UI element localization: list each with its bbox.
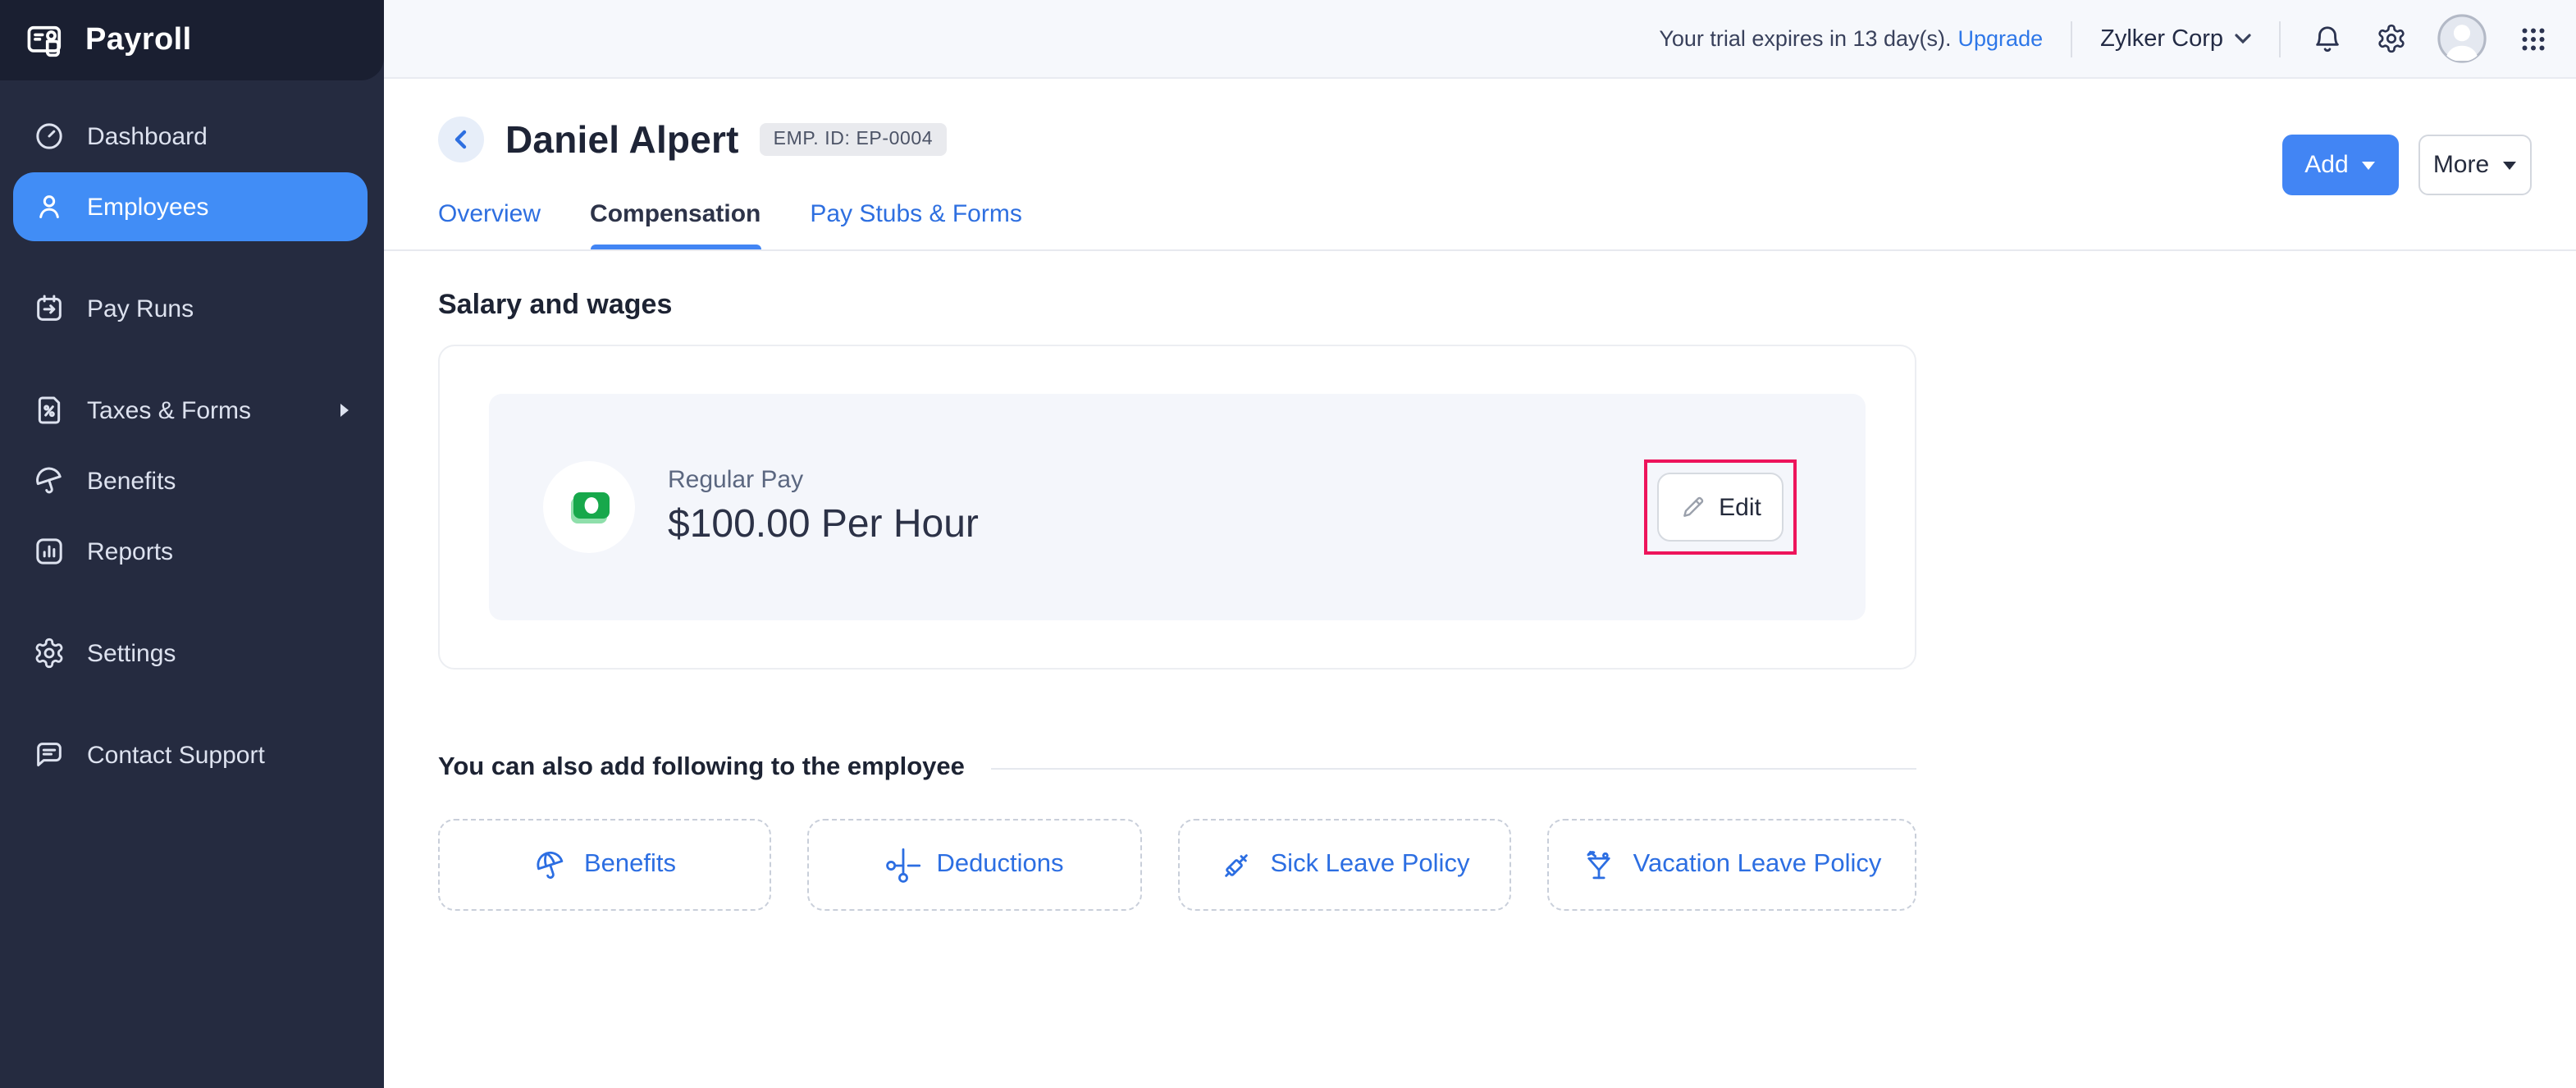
sidebar-item-reports[interactable]: Reports xyxy=(13,517,368,586)
org-selector[interactable]: Zylker Corp xyxy=(2100,25,2251,52)
sidebar-item-label: Taxes & Forms xyxy=(87,396,252,424)
money-icon xyxy=(571,492,610,523)
add-option-cards: Benefits Deductions Sick Leave Policy Va… xyxy=(438,819,2522,911)
payroll-logo-icon xyxy=(25,19,67,62)
sidebar: Payroll Dashboard Employees Pay Runs Tax… xyxy=(0,0,384,1088)
sidebar-item-label: Benefits xyxy=(87,467,176,495)
sidebar-item-benefits[interactable]: Benefits xyxy=(13,446,368,515)
sidebar-item-label: Reports xyxy=(87,537,174,565)
pay-rate-value: $100.00 Per Hour xyxy=(668,502,979,546)
sidebar-item-employees[interactable]: Employees xyxy=(13,172,368,241)
payroll-app: Payroll Dashboard Employees Pay Runs Tax… xyxy=(0,0,2576,1088)
taxes-forms-icon xyxy=(33,394,66,427)
pay-runs-icon xyxy=(33,292,66,325)
user-avatar[interactable] xyxy=(2437,13,2487,64)
contact-support-icon xyxy=(33,738,66,771)
employee-id-badge: EMP. ID: EP-0004 xyxy=(760,123,947,156)
add-card-label: Benefits xyxy=(583,850,676,878)
add-button-label: Add xyxy=(2304,151,2349,179)
add-sick-leave-card[interactable]: Sick Leave Policy xyxy=(1178,819,1511,911)
sidebar-item-label: Employees xyxy=(87,193,209,221)
notifications-button[interactable] xyxy=(2309,21,2345,57)
sidebar-item-taxes-forms[interactable]: Taxes & Forms xyxy=(13,376,368,445)
add-card-label: Deductions xyxy=(936,850,1064,878)
compensation-content: Salary and wages Regular Pay $100.00 Per… xyxy=(384,251,2576,911)
employees-icon xyxy=(33,190,66,223)
sidebar-item-settings[interactable]: Settings xyxy=(13,619,368,688)
sidebar-item-label: Settings xyxy=(87,639,176,667)
reports-icon xyxy=(33,535,66,568)
edit-button[interactable]: Edit xyxy=(1657,473,1784,542)
umbrella-icon xyxy=(533,848,568,882)
add-deductions-card[interactable]: Deductions xyxy=(807,819,1142,911)
sidebar-item-label: Contact Support xyxy=(87,741,265,769)
settings-button[interactable] xyxy=(2373,21,2409,57)
pencil-icon xyxy=(1683,496,1703,517)
tab-overview[interactable]: Overview xyxy=(438,200,541,249)
app-logo: Payroll xyxy=(0,0,384,80)
caret-down-icon xyxy=(2503,161,2517,169)
sidebar-item-contact-support[interactable]: Contact Support xyxy=(13,720,368,789)
more-button-label: More xyxy=(2432,151,2490,179)
gear-icon xyxy=(2377,24,2404,53)
section-divider-line xyxy=(990,767,1916,769)
scissors-icon xyxy=(885,848,920,882)
sidebar-nav: Dashboard Employees Pay Runs Taxes & For… xyxy=(0,80,384,791)
back-button[interactable] xyxy=(438,117,484,162)
employee-name: Daniel Alpert xyxy=(505,117,739,160)
money-icon-circle xyxy=(543,461,635,553)
trial-text: Your trial expires in 13 day(s). xyxy=(1659,26,1952,51)
apps-grid-icon xyxy=(2522,27,2545,50)
sidebar-item-dashboard[interactable]: Dashboard xyxy=(13,102,368,171)
edit-button-label: Edit xyxy=(1719,493,1761,521)
main-area: Your trial expires in 13 day(s). Upgrade … xyxy=(384,0,2576,1088)
regular-pay-panel: Regular Pay $100.00 Per Hour Edit xyxy=(489,394,1866,620)
topbar-divider xyxy=(2279,21,2281,57)
sidebar-item-label: Dashboard xyxy=(87,122,208,150)
add-button[interactable]: Add xyxy=(2282,135,2399,195)
bell-icon xyxy=(2315,25,2338,52)
dashboard-icon xyxy=(33,120,66,153)
add-vacation-leave-card[interactable]: Vacation Leave Policy xyxy=(1547,819,1916,911)
add-benefits-card[interactable]: Benefits xyxy=(438,819,771,911)
cocktail-icon xyxy=(1583,848,1617,882)
employee-page-header: Daniel Alpert EMP. ID: EP-0004 Overview … xyxy=(384,79,2576,251)
syringe-icon xyxy=(1220,848,1254,882)
chevron-down-icon xyxy=(2235,34,2251,44)
chevron-left-icon xyxy=(454,130,467,149)
more-button[interactable]: More xyxy=(2418,135,2532,195)
benefits-icon xyxy=(33,464,66,497)
pay-type-label: Regular Pay xyxy=(668,466,804,494)
employee-tabs: Overview Compensation Pay Stubs & Forms xyxy=(438,200,2532,249)
chevron-right-icon xyxy=(338,402,351,418)
app-title: Payroll xyxy=(85,22,192,57)
upgrade-link[interactable]: Upgrade xyxy=(1958,26,2044,51)
salary-card: Regular Pay $100.00 Per Hour Edit xyxy=(438,345,1916,670)
trial-notice: Your trial expires in 13 day(s). Upgrade xyxy=(1659,26,2043,51)
add-card-label: Vacation Leave Policy xyxy=(1633,850,1882,878)
sidebar-item-pay-runs[interactable]: Pay Runs xyxy=(13,274,368,343)
add-card-label: Sick Leave Policy xyxy=(1270,850,1470,878)
caret-down-icon xyxy=(2362,161,2376,169)
also-add-title: You can also add following to the employ… xyxy=(438,753,965,781)
salary-section-title: Salary and wages xyxy=(438,289,673,320)
sidebar-item-label: Pay Runs xyxy=(87,295,194,322)
org-name: Zylker Corp xyxy=(2100,25,2223,52)
settings-icon xyxy=(33,637,66,670)
tab-compensation[interactable]: Compensation xyxy=(590,200,761,249)
apps-grid-button[interactable] xyxy=(2515,21,2551,57)
topbar-divider xyxy=(2071,21,2073,57)
tab-pay-stubs-forms[interactable]: Pay Stubs & Forms xyxy=(810,200,1021,249)
topbar: Your trial expires in 13 day(s). Upgrade … xyxy=(384,0,2576,79)
also-add-section-header: You can also add following to the employ… xyxy=(438,753,1916,783)
